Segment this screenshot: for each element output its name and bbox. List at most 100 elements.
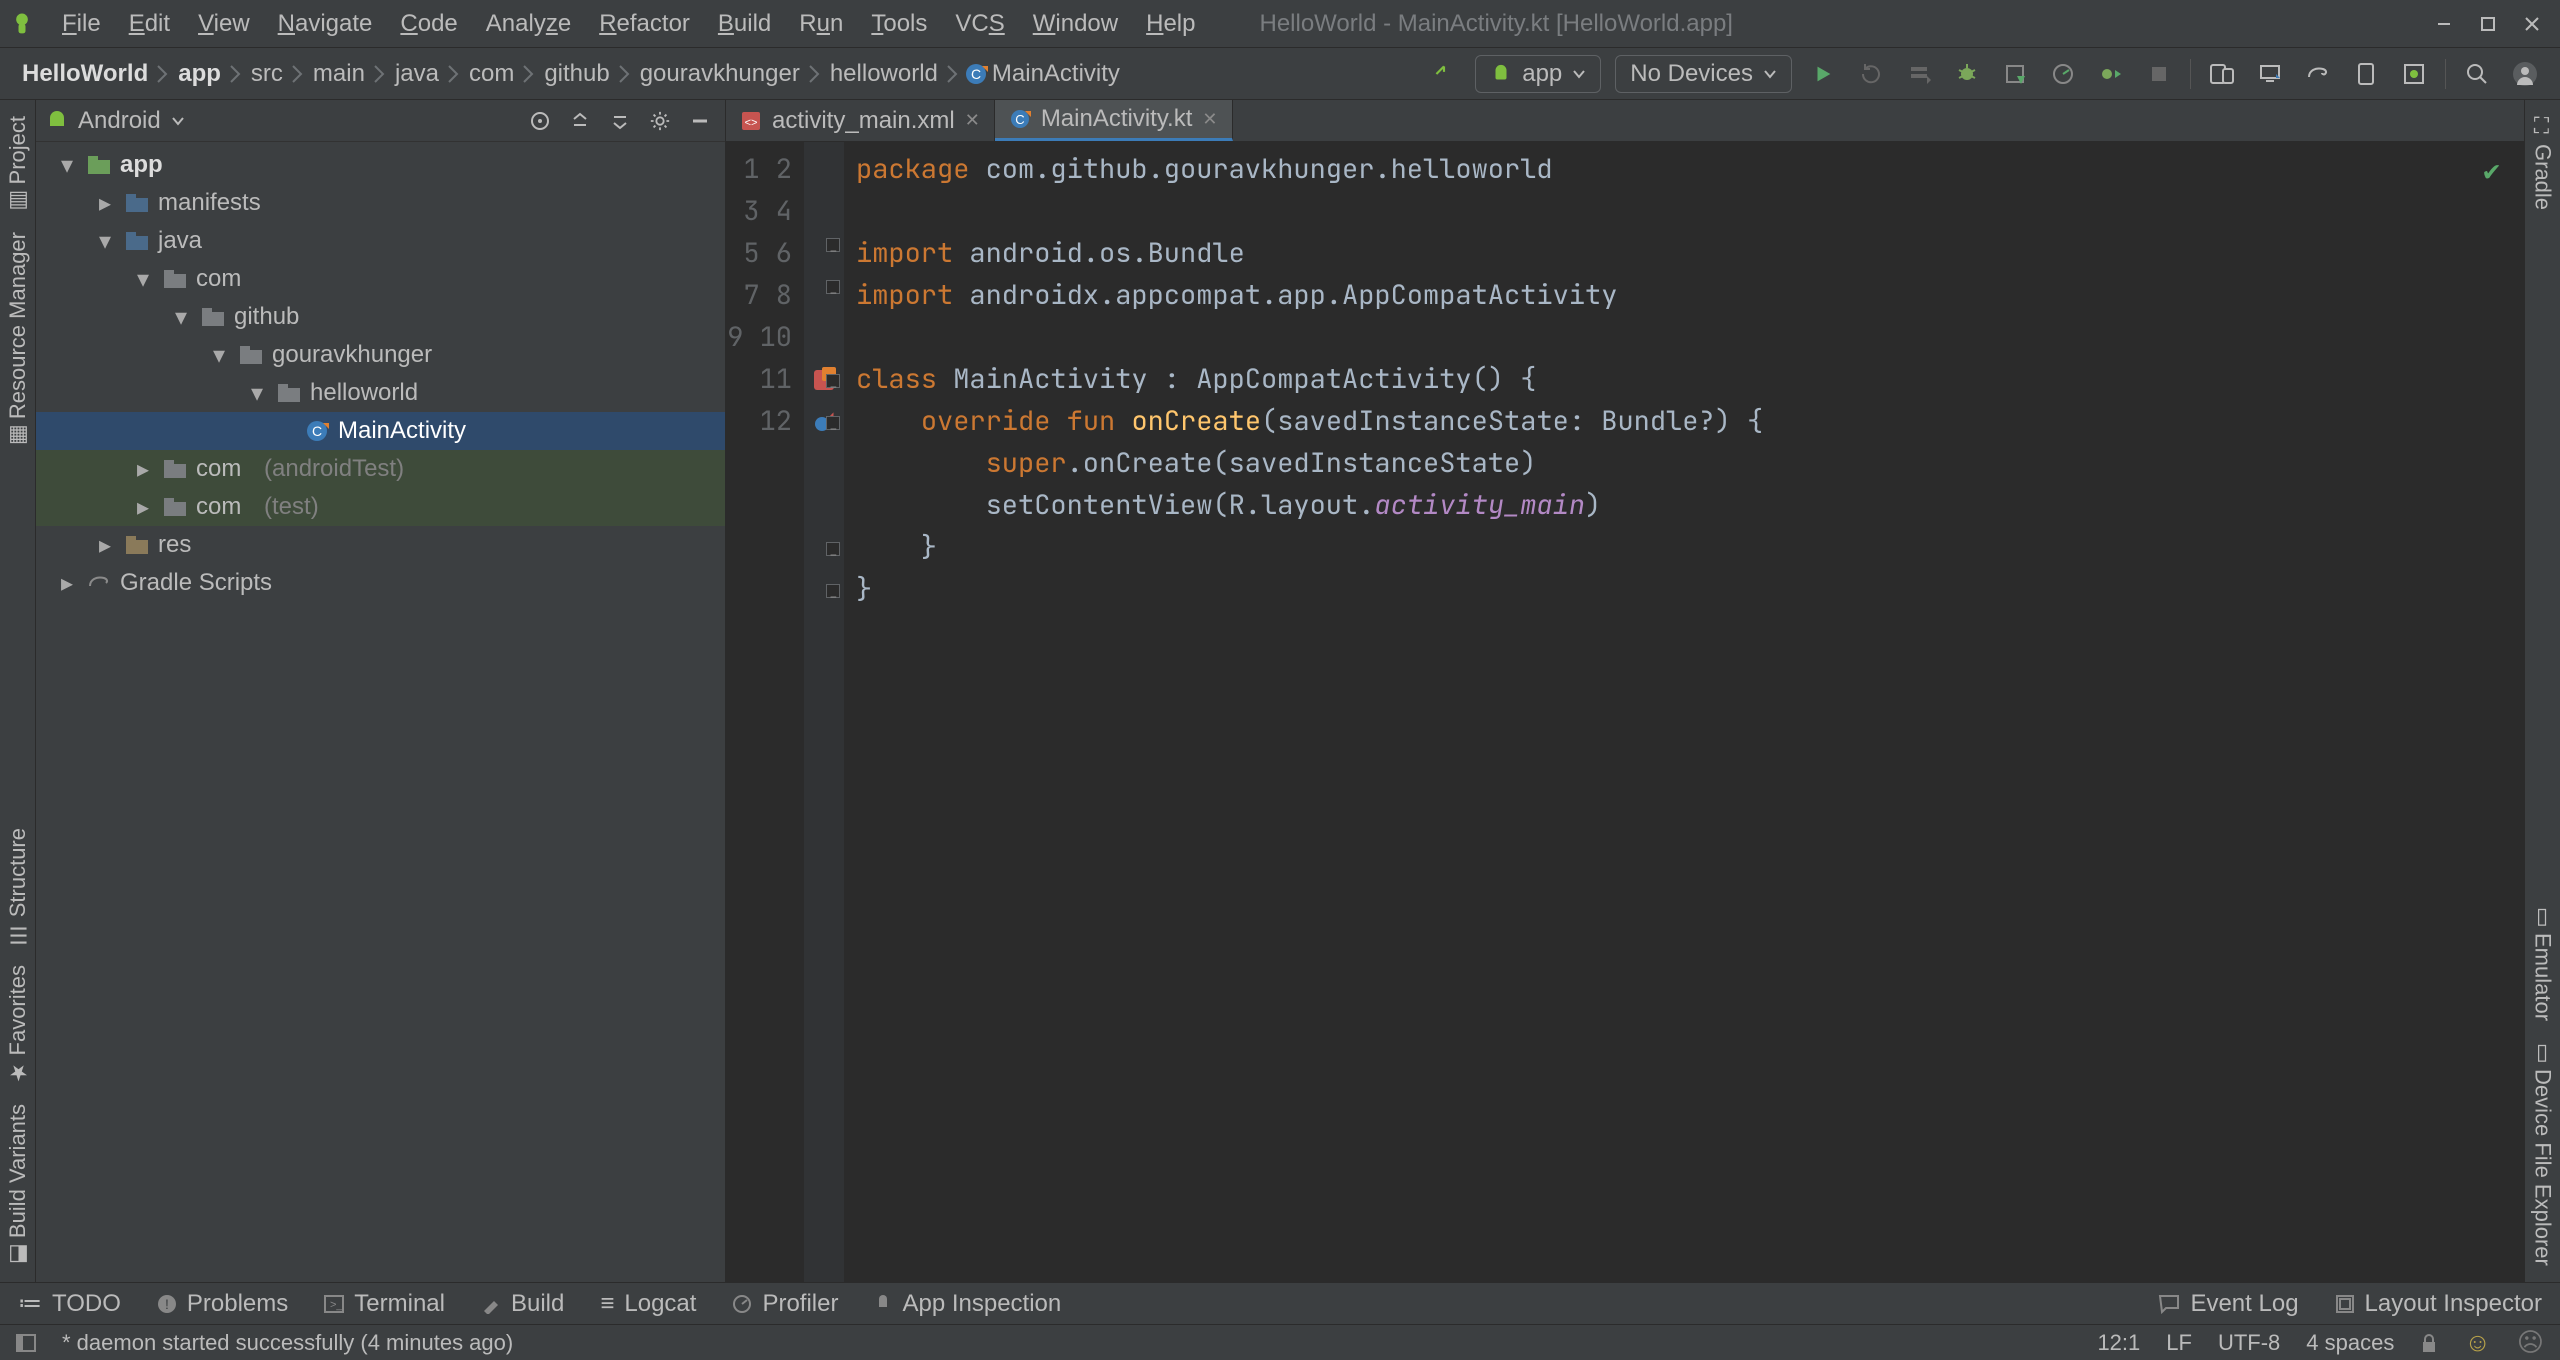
chevron-right-icon[interactable]: ▸ [94,189,116,218]
fold-handle-icon[interactable] [826,584,840,598]
menu-edit[interactable]: Edit [117,8,182,40]
tool-windows-quick-access-icon[interactable] [16,1334,36,1352]
menu-run[interactable]: Run [787,8,855,40]
tree-node-res[interactable]: ▸ res [36,526,725,564]
menu-analyze[interactable]: Analyze [474,8,583,40]
fold-handle-icon[interactable] [826,374,840,388]
maximize-button[interactable] [2468,8,2508,40]
chevron-right-icon[interactable]: ▸ [94,531,116,560]
menu-navigate[interactable]: Navigate [266,8,385,40]
crumb-mainactivity[interactable]: MainActivity [988,60,1124,88]
app-quality-icon[interactable] [2397,57,2431,91]
expand-all-icon[interactable] [565,106,595,136]
readonly-lock-icon[interactable] [2420,1333,2438,1353]
chevron-down-icon[interactable]: ▾ [132,265,154,294]
menu-help[interactable]: Help [1134,8,1207,40]
close-window-button[interactable] [2512,8,2552,40]
chevron-down-icon[interactable]: ▾ [208,341,230,370]
chevron-right-icon[interactable]: ▸ [132,493,154,522]
status-encoding[interactable]: UTF-8 [2218,1330,2280,1356]
tree-node-mainactivity[interactable]: C MainActivity [36,412,725,450]
tool-tab-logcat[interactable]: ≡Logcat [600,1290,696,1318]
avd-manager-icon[interactable] [2205,57,2239,91]
tool-tab-favorites[interactable]: ★Favorites [5,965,31,1083]
tree-node-helloworld[interactable]: ▾ helloworld [36,374,725,412]
project-view-label[interactable]: Android [78,107,161,135]
menu-tools[interactable]: Tools [859,8,939,40]
tool-tab-layout-inspector[interactable]: Layout Inspector [2335,1290,2542,1318]
profile-icon[interactable] [2046,57,2080,91]
menu-vcs[interactable]: VCS [943,8,1016,40]
menu-refactor[interactable]: Refactor [587,8,702,40]
device-manager-icon[interactable] [2349,57,2383,91]
tool-tab-gradle[interactable]: ⛶Gradle [2530,116,2556,210]
memory-indicator-happy-icon[interactable]: ☺ [2464,1327,2491,1358]
editor-body[interactable]: 1 2 3 4 5 6 7 8 9 10 11 12 ✔package com.… [726,142,2524,1282]
chevron-down-icon[interactable]: ▾ [94,227,116,256]
tree-node-com-androidtest[interactable]: ▸ com (androidTest) [36,450,725,488]
tool-tab-terminal[interactable]: >_Terminal [324,1290,445,1318]
menu-file[interactable]: File [50,8,113,40]
stop-button[interactable] [2142,57,2176,91]
search-everywhere-icon[interactable] [2460,57,2494,91]
tree-node-app[interactable]: ▾ app [36,146,725,184]
project-tree[interactable]: ▾ app ▸ manifests ▾ java ▾ com ▾ [36,142,725,1282]
sdk-manager-icon[interactable] [2253,57,2287,91]
tree-node-com-test[interactable]: ▸ com (test) [36,488,725,526]
inspection-ok-icon[interactable]: ✔ [2483,150,2500,192]
fold-handle-icon[interactable] [826,542,840,556]
tree-node-manifests[interactable]: ▸ manifests [36,184,725,222]
crumb-github[interactable]: github [540,60,613,88]
editor-tab-mainactivity[interactable]: C MainActivity.kt ✕ [995,100,1233,141]
status-cursor-position[interactable]: 12:1 [2097,1330,2140,1356]
status-line-separator[interactable]: LF [2166,1330,2192,1356]
tool-tab-profiler[interactable]: Profiler [732,1290,838,1318]
crumb-main[interactable]: main [309,60,369,88]
crumb-helloworld[interactable]: helloworld [826,60,942,88]
tree-node-gradle-scripts[interactable]: ▸ Gradle Scripts [36,564,725,602]
crumb-app[interactable]: app [174,60,225,88]
device-combo[interactable]: No Devices [1615,55,1792,93]
code-content[interactable]: ✔package com.github.gouravkhunger.hellow… [844,142,2524,1282]
crumb-java[interactable]: java [391,60,443,88]
menu-code[interactable]: Code [388,8,469,40]
collapse-all-icon[interactable] [605,106,635,136]
tool-tab-app-inspection[interactable]: App Inspection [874,1290,1061,1318]
tool-tab-build-variants[interactable]: ◧Build Variants [5,1104,31,1266]
chevron-down-icon[interactable]: ▾ [246,379,268,408]
tree-node-github[interactable]: ▾ github [36,298,725,336]
menu-build[interactable]: Build [706,8,783,40]
status-indent[interactable]: 4 spaces [2306,1330,2394,1356]
tree-node-java[interactable]: ▾ java [36,222,725,260]
tool-tab-resource-manager[interactable]: ▦Resource Manager [5,232,31,447]
fold-handle-icon[interactable] [826,416,840,430]
run-button[interactable] [1806,57,1840,91]
select-opened-file-icon[interactable] [525,106,555,136]
chevron-down-icon[interactable] [171,114,185,128]
fold-handle-icon[interactable] [826,280,840,294]
minimize-button[interactable] [2424,8,2464,40]
chevron-down-icon[interactable]: ▾ [170,303,192,332]
user-icon[interactable] [2508,57,2542,91]
run-config-combo[interactable]: app [1475,55,1601,93]
tree-node-gouravkhunger[interactable]: ▾ gouravkhunger [36,336,725,374]
close-tab-icon[interactable]: ✕ [965,110,980,131]
hide-tool-window-icon[interactable] [685,106,715,136]
gradle-elephant-icon[interactable] [2301,57,2335,91]
tool-tab-device-file-explorer[interactable]: ▯Device File Explorer [2530,1041,2556,1266]
crumb-src[interactable]: src [247,60,287,88]
menu-window[interactable]: Window [1021,8,1130,40]
coverage-icon[interactable] [1998,57,2032,91]
tool-tab-project[interactable]: ▤Project [5,116,31,212]
crumb-gouravkhunger[interactable]: gouravkhunger [636,60,804,88]
tree-node-com[interactable]: ▾ com [36,260,725,298]
tool-tab-structure[interactable]: ☰Structure [5,828,31,945]
tool-tab-event-log[interactable]: Event Log [2158,1290,2298,1318]
chevron-down-icon[interactable]: ▾ [56,151,78,180]
editor-tab-activity-main[interactable]: <> activity_main.xml ✕ [726,100,995,141]
tool-tab-problems[interactable]: !Problems [157,1290,288,1318]
attach-debugger-icon[interactable] [2094,57,2128,91]
crumb-com[interactable]: com [465,60,518,88]
apply-changes-icon[interactable] [1854,57,1888,91]
gear-icon[interactable] [645,106,675,136]
